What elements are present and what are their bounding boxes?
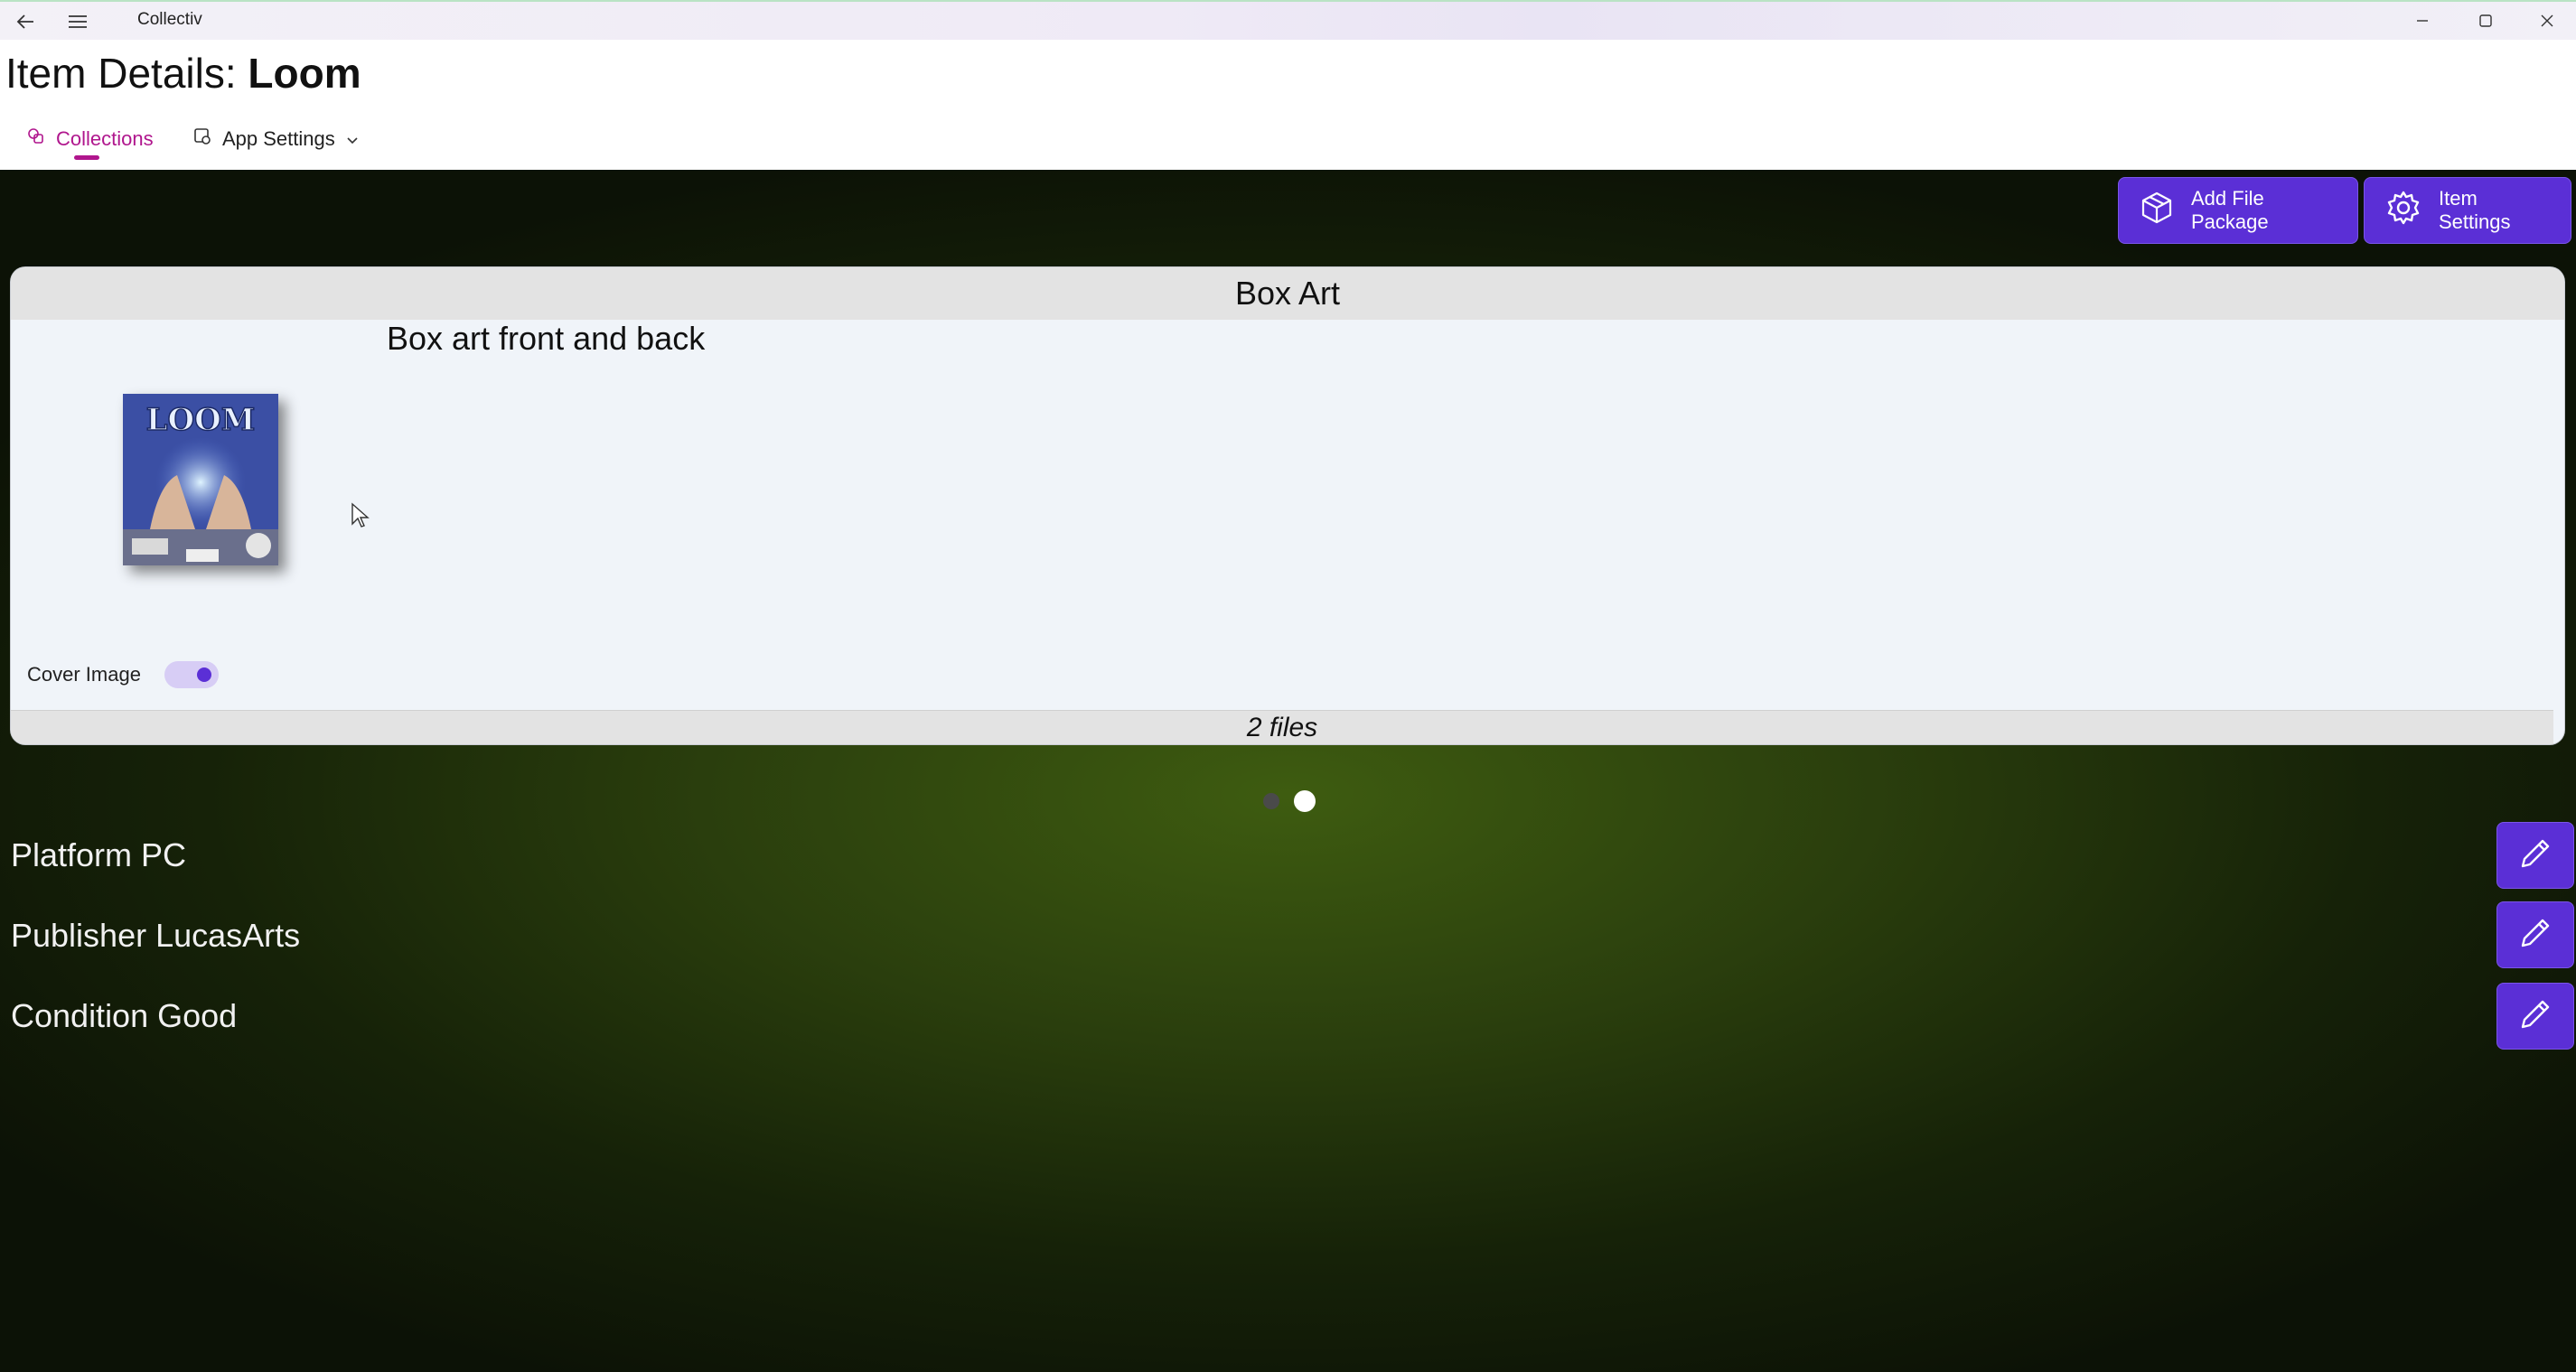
back-arrow-icon[interactable] (7, 7, 43, 36)
page-title: Item Details: Loom (5, 49, 361, 98)
page-title-prefix: Item Details: (5, 50, 248, 97)
chevron-down-icon[interactable] (346, 127, 359, 151)
collections-icon (27, 127, 45, 151)
pager-dot-1[interactable] (1263, 793, 1279, 809)
item-settings-button[interactable]: Item Settings (2364, 177, 2571, 244)
box-art-logo-text: LOOM (146, 402, 256, 438)
window-title-bar: Collectiv (0, 0, 2576, 42)
active-tab-indicator (74, 155, 99, 160)
pencil-icon (2517, 915, 2553, 956)
mouse-cursor-icon (351, 502, 370, 534)
tab-collections[interactable]: Collections (27, 123, 154, 155)
edit-platform-button[interactable] (2496, 822, 2574, 889)
property-condition: Condition Good (11, 997, 238, 1034)
minimize-icon[interactable] (2391, 2, 2454, 40)
file-count: 2 files (11, 710, 2553, 744)
pencil-icon (2517, 835, 2553, 876)
edit-condition-button[interactable] (2496, 983, 2574, 1050)
property-platform: Platform PC (11, 836, 187, 873)
page-header: Item Details: Loom Collections App Setti… (0, 40, 2576, 170)
package-box-icon (2139, 190, 2175, 231)
tab-app-settings[interactable]: App Settings (193, 123, 359, 155)
toggle-knob (197, 667, 211, 682)
file-package-description: Box art front and back (387, 320, 706, 357)
add-file-package-label: Add File Package (2191, 187, 2269, 233)
file-package-title: Box Art (11, 267, 2564, 320)
tab-collections-label: Collections (56, 127, 154, 150)
page-title-item: Loom (248, 50, 361, 97)
app-title: Collectiv (137, 10, 202, 29)
pager-dot-2[interactable] (1294, 790, 1316, 812)
settings-app-icon (193, 127, 211, 151)
file-package-card: Box Art Box art front and back LOOM Cove… (11, 267, 2564, 744)
add-file-package-button[interactable]: Add File Package (2118, 177, 2358, 244)
box-art-thumbnail[interactable]: LOOM (123, 394, 278, 565)
property-publisher: Publisher LucasArts (11, 917, 301, 954)
item-settings-label: Item Settings (2439, 187, 2511, 233)
cover-image-toggle[interactable] (164, 661, 219, 688)
tab-app-settings-label: App Settings (222, 127, 335, 150)
maximize-icon[interactable] (2454, 2, 2517, 40)
cover-image-label: Cover Image (27, 663, 141, 686)
gear-icon (2384, 189, 2422, 232)
close-icon[interactable] (2515, 2, 2576, 40)
hamburger-menu-icon[interactable] (60, 7, 96, 36)
pencil-icon (2517, 996, 2553, 1037)
edit-publisher-button[interactable] (2496, 901, 2574, 968)
